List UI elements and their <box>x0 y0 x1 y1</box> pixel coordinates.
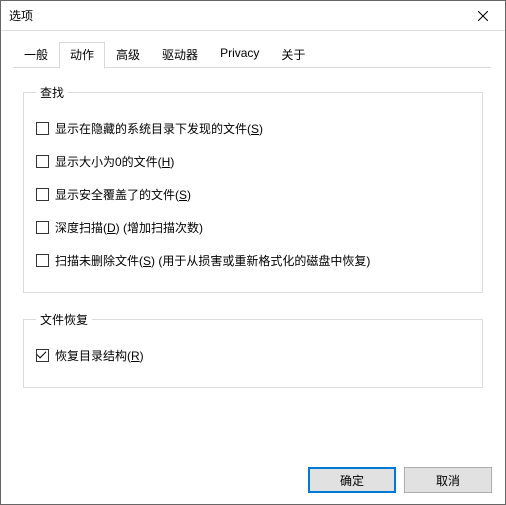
label-show-overwritten: 显示安全覆盖了的文件(S) <box>55 187 191 204</box>
label-show-hidden: 显示在隐藏的系统目录下发现的文件(S) <box>55 121 263 138</box>
option-show-hidden[interactable]: 显示在隐藏的系统目录下发现的文件(S) <box>36 121 470 138</box>
option-show-overwritten[interactable]: 显示安全覆盖了的文件(S) <box>36 187 470 204</box>
tab-bar: 一般 动作 高级 驱动器 Privacy 关于 <box>1 31 505 68</box>
dialog-buttons: 确定 取消 <box>308 467 492 493</box>
checkbox-restore-dir[interactable] <box>36 349 49 362</box>
cancel-button[interactable]: 取消 <box>404 467 492 493</box>
tab-privacy[interactable]: Privacy <box>209 42 270 68</box>
checkbox-show-overwritten[interactable] <box>36 188 49 201</box>
titlebar: 选项 <box>1 1 505 31</box>
close-button[interactable] <box>460 1 505 31</box>
close-icon <box>478 11 488 21</box>
tab-about[interactable]: 关于 <box>270 42 316 68</box>
group-search: 查找 显示在隐藏的系统目录下发现的文件(S) 显示大小为0的文件(H) 显示安全… <box>23 84 483 293</box>
label-deep-scan: 深度扫描(D) (增加扫描次数) <box>55 220 203 237</box>
group-recover-legend: 文件恢复 <box>36 311 92 328</box>
option-restore-dir[interactable]: 恢复目录结构(R) <box>36 348 470 365</box>
tab-general[interactable]: 一般 <box>13 42 59 68</box>
window-title: 选项 <box>9 7 33 24</box>
option-show-zero[interactable]: 显示大小为0的文件(H) <box>36 154 470 171</box>
ok-button[interactable]: 确定 <box>308 467 396 493</box>
tab-advanced[interactable]: 高级 <box>105 42 151 68</box>
option-deep-scan[interactable]: 深度扫描(D) (增加扫描次数) <box>36 220 470 237</box>
group-search-legend: 查找 <box>36 84 68 101</box>
checkbox-deep-scan[interactable] <box>36 221 49 234</box>
option-scan-undeleted[interactable]: 扫描未删除文件(S) (用于从损害或重新格式化的磁盘中恢复) <box>36 253 470 270</box>
checkbox-show-hidden[interactable] <box>36 122 49 135</box>
checkbox-scan-undeleted[interactable] <box>36 254 49 267</box>
label-show-zero: 显示大小为0的文件(H) <box>55 154 174 171</box>
label-restore-dir: 恢复目录结构(R) <box>55 348 144 365</box>
checkbox-show-zero[interactable] <box>36 155 49 168</box>
group-recover: 文件恢复 恢复目录结构(R) <box>23 311 483 388</box>
tab-actions[interactable]: 动作 <box>59 42 105 69</box>
label-scan-undeleted: 扫描未删除文件(S) (用于从损害或重新格式化的磁盘中恢复) <box>55 253 370 270</box>
tab-content: 查找 显示在隐藏的系统目录下发现的文件(S) 显示大小为0的文件(H) 显示安全… <box>1 68 505 411</box>
tab-drives[interactable]: 驱动器 <box>151 42 209 68</box>
